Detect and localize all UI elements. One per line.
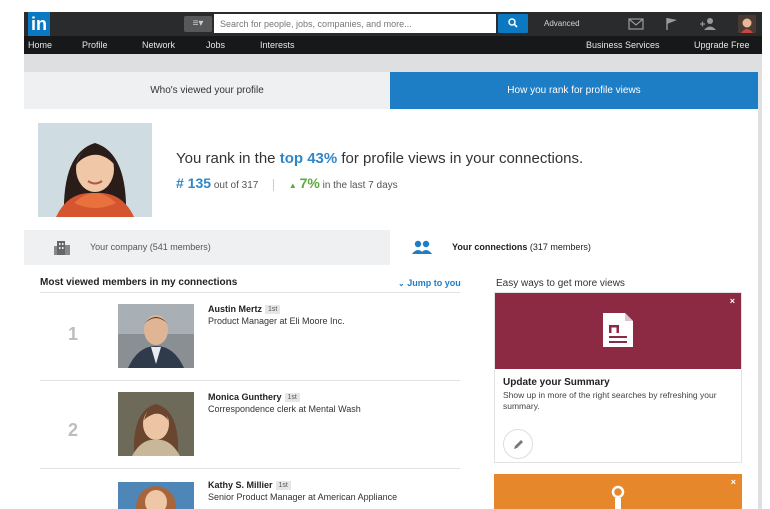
building-icon bbox=[54, 241, 70, 255]
nav-network[interactable]: Network bbox=[142, 40, 175, 50]
filter-company-label: Your company (541 members) bbox=[90, 242, 211, 252]
member-name-2[interactable]: Monica Gunthery 1st bbox=[208, 392, 300, 402]
nav-upgrade[interactable]: Upgrade Free bbox=[694, 40, 750, 50]
rank-stats: # 135 out of 317 ▲ 7% in the last 7 days bbox=[176, 175, 398, 192]
advanced-search-link[interactable]: Advanced bbox=[544, 19, 580, 28]
tip-banner: × bbox=[495, 293, 741, 369]
user-avatar[interactable] bbox=[738, 15, 756, 33]
filter-company[interactable]: Your company (541 members) bbox=[24, 230, 390, 265]
degree-badge-2: 1st bbox=[284, 393, 300, 402]
add-connection-icon[interactable] bbox=[700, 17, 716, 31]
filter-connections-count: (317 members) bbox=[529, 242, 591, 252]
nav-interests[interactable]: Interests bbox=[260, 40, 295, 50]
linkedin-logo[interactable]: in bbox=[28, 12, 50, 36]
menu-icon[interactable]: ≡▾ bbox=[184, 16, 212, 32]
member-title-3: Senior Product Manager at American Appli… bbox=[208, 492, 398, 502]
rank-headline-suffix: for profile views in your connections. bbox=[337, 150, 584, 167]
member-name-3[interactable]: Kathy S. Millier 1st bbox=[208, 480, 291, 490]
member-photo-3-image bbox=[118, 482, 194, 509]
search-button[interactable] bbox=[498, 14, 528, 33]
award-icon bbox=[611, 485, 625, 509]
tip-card-summary: × Update your Summary Show up in more of… bbox=[494, 292, 742, 463]
filter-connections-label: Your connections (317 members) bbox=[452, 242, 591, 252]
nav-business-services[interactable]: Business Services bbox=[586, 40, 660, 50]
document-icon bbox=[603, 313, 633, 347]
tip-body: Show up in more of the right searches by… bbox=[503, 390, 717, 411]
top-bar: in ≡▾ Advanced bbox=[24, 12, 762, 36]
member-name-1-text: Austin Mertz bbox=[208, 304, 262, 314]
close-icon[interactable]: × bbox=[730, 296, 735, 306]
chevron-down-icon: ⌄ bbox=[398, 279, 405, 288]
tab-rank[interactable]: How you rank for profile views bbox=[390, 72, 758, 109]
up-arrow-icon: ▲ bbox=[288, 181, 297, 190]
rank-out-of: out of 317 bbox=[213, 180, 259, 191]
member-name-2-text: Monica Gunthery bbox=[208, 392, 282, 402]
connections-icon bbox=[412, 240, 432, 254]
member-photo-2-image bbox=[118, 392, 194, 456]
rank-percentile: top 43% bbox=[279, 150, 338, 167]
close-icon[interactable]: × bbox=[731, 477, 736, 487]
nav-bar: Home Profile Network Jobs Interests Busi… bbox=[24, 36, 762, 54]
nav-home[interactable]: Home bbox=[28, 40, 52, 50]
member-name-1[interactable]: Austin Mertz 1st bbox=[208, 304, 281, 314]
member-title-1: Product Manager at Eli Moore Inc. bbox=[208, 316, 345, 326]
main-card: Who's viewed your profile How you rank f… bbox=[24, 72, 758, 509]
member-photo-3[interactable] bbox=[118, 482, 194, 509]
tip-heading: Update your Summary bbox=[503, 377, 610, 388]
tip-card-next: × bbox=[494, 474, 742, 509]
nav-profile[interactable]: Profile bbox=[82, 40, 108, 50]
rank-change: 7% bbox=[299, 175, 320, 191]
tips-title: Easy ways to get more views bbox=[496, 278, 625, 289]
rank-headline-prefix: You rank in the bbox=[176, 150, 280, 167]
member-photo-2[interactable] bbox=[118, 392, 194, 456]
jump-to-you-label: Jump to you bbox=[407, 278, 461, 288]
list-title: Most viewed members in my connections bbox=[40, 277, 238, 288]
pencil-icon bbox=[514, 440, 523, 449]
search-input[interactable] bbox=[214, 14, 496, 33]
tab-whos-viewed[interactable]: Who's viewed your profile bbox=[24, 72, 390, 109]
filter-connections[interactable]: Your connections (317 members) bbox=[390, 230, 758, 265]
filter-connections-bold: Your connections bbox=[452, 242, 528, 252]
profile-photo-image bbox=[38, 123, 152, 217]
member-name-3-text: Kathy S. Millier bbox=[208, 480, 273, 490]
list-divider bbox=[40, 292, 460, 293]
nav-jobs[interactable]: Jobs bbox=[206, 40, 225, 50]
member-photo-1-image bbox=[118, 304, 194, 368]
degree-badge-3: 1st bbox=[275, 481, 291, 490]
avatar-image bbox=[738, 15, 756, 33]
degree-badge-1: 1st bbox=[265, 305, 281, 314]
row-rank-2: 2 bbox=[68, 420, 79, 440]
edit-summary-button[interactable] bbox=[503, 429, 533, 459]
member-photo-1[interactable] bbox=[118, 304, 194, 368]
rank-change-label: in the last 7 days bbox=[322, 180, 398, 191]
jump-to-you-link[interactable]: ⌄ Jump to you bbox=[398, 278, 461, 288]
rank-headline: You rank in the top 43% for profile view… bbox=[176, 150, 583, 167]
profile-photo bbox=[38, 123, 152, 217]
list-divider bbox=[40, 468, 460, 469]
flag-icon[interactable] bbox=[664, 17, 680, 31]
list-divider bbox=[40, 380, 460, 381]
rank-number: # 135 bbox=[176, 175, 212, 191]
search-icon bbox=[508, 18, 518, 28]
row-rank-1: 1 bbox=[68, 324, 79, 344]
member-title-2: Correspondence clerk at Mental Wash bbox=[208, 404, 361, 414]
messages-icon[interactable] bbox=[628, 17, 644, 31]
